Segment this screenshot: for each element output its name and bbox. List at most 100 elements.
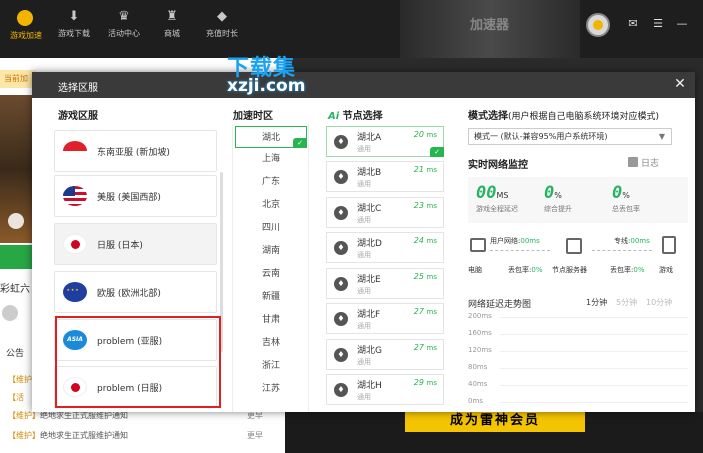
city-item[interactable]: 新疆 xyxy=(233,286,308,308)
node-icon: ♦ xyxy=(334,170,348,184)
nav-shop[interactable]: ♜ 商城 xyxy=(148,10,196,50)
loss-value: 0 xyxy=(612,183,623,203)
top-banner-text: 加速器 xyxy=(470,18,510,33)
node-ping: 21 ms xyxy=(413,165,437,174)
minimize-icon[interactable]: — xyxy=(675,17,689,30)
node-icon: ♦ xyxy=(334,383,348,397)
city-item-hubei[interactable]: 湖北 ✓ xyxy=(235,126,307,148)
node-item[interactable]: ♦ 湖北A 通用 20 ms ✓ xyxy=(326,126,444,157)
trend-tab-10min[interactable]: 10分钟 xyxy=(646,297,672,308)
nav-label: 游戏加速 xyxy=(10,31,42,40)
city-item[interactable]: 吉林 xyxy=(233,332,308,354)
mode-selected-value: 模式一 (默认-兼容95%用户系统环境) xyxy=(474,132,608,141)
node-icon: ♦ xyxy=(334,206,348,220)
node-name: 湖北H xyxy=(357,381,382,391)
grid-line xyxy=(500,317,688,318)
node-item[interactable]: ♦ 湖北E 通用 25 ms xyxy=(326,268,444,299)
latency-unit: MS xyxy=(496,191,509,200)
y-tick-label: 160ms xyxy=(468,329,492,337)
trend-tab-1min[interactable]: 1分钟 xyxy=(586,297,607,308)
node-type: 通用 xyxy=(357,358,371,366)
menu-icon[interactable]: ☰ xyxy=(651,17,665,30)
node-item[interactable]: ♦ 湖北H 通用 29 ms xyxy=(326,374,444,405)
log-button[interactable]: 日志 xyxy=(628,156,659,169)
user-network-label: 用户网络:00ms xyxy=(490,237,540,245)
city-item[interactable]: 浙江 xyxy=(233,355,308,377)
mode-select[interactable]: 模式一 (默认-兼容95%用户系统环境) ▼ xyxy=(468,128,672,145)
node-type: 通用 xyxy=(357,145,371,153)
region-label: 美服 (美国西部) xyxy=(97,193,161,203)
path-line xyxy=(490,250,550,251)
check-icon: ✓ xyxy=(430,147,444,157)
node-type: 通用 xyxy=(357,216,371,224)
mode-title: 模式选择(用户根据自己电脑系统环境对应模式) xyxy=(468,107,659,122)
mail-icon[interactable]: ✉ xyxy=(626,17,640,30)
city-item[interactable]: 云南 xyxy=(233,263,308,285)
trend-title: 网络延迟走势图 xyxy=(468,300,532,310)
node-item[interactable]: ♦ 湖北D 通用 24 ms xyxy=(326,232,444,263)
city-item[interactable]: 湖南 xyxy=(233,240,308,262)
nav-game-boost[interactable]: 游戏加速 xyxy=(2,10,50,50)
city-item[interactable]: 四川 xyxy=(233,217,308,239)
nav-game-download[interactable]: ⬇ 游戏下载 xyxy=(50,10,98,50)
pc-label: 电脑 xyxy=(468,266,482,274)
node-item[interactable]: ♦ 湖北B 通用 21 ms xyxy=(326,161,444,192)
city-item[interactable]: 上海 xyxy=(233,148,308,170)
network-path: 用户网络:00ms 专线:00ms 电脑 丢包率:0% 节点服务器 丢包率:0%… xyxy=(468,232,688,282)
boost-button[interactable] xyxy=(0,245,34,269)
search-icon[interactable] xyxy=(2,305,18,321)
diamond-icon: ◆ xyxy=(217,9,227,24)
nav-activity-center[interactable]: ♛ 活动中心 xyxy=(100,10,148,50)
node-name: 湖北G xyxy=(357,346,382,356)
mode-title-label: 模式选择 xyxy=(468,111,508,122)
loss-stat: 0% 总丢包率 xyxy=(612,183,640,214)
y-tick-label: 120ms xyxy=(468,346,492,354)
nav-recharge[interactable]: ◆ 充值时长 xyxy=(198,10,246,50)
region-item-sea[interactable]: 东南亚服 (新加坡) xyxy=(54,130,217,172)
loss2-label: 丢包率:0% xyxy=(610,266,645,274)
grid-line xyxy=(500,334,688,335)
check-icon: ✓ xyxy=(293,138,307,148)
city-item[interactable]: 广东 xyxy=(233,171,308,193)
city-item[interactable]: 北京 xyxy=(233,194,308,216)
chevron-down-icon: ▼ xyxy=(658,132,665,141)
loss-caption: 总丢包率 xyxy=(612,205,640,213)
avatar[interactable] xyxy=(586,13,610,37)
node-item[interactable]: ♦ 湖北G 通用 27 ms xyxy=(326,339,444,370)
region-item-eu-north[interactable]: 欧服 (欧洲北部) xyxy=(54,271,217,313)
node-icon: ♦ xyxy=(334,135,348,149)
watermark-site: xzji.com xyxy=(227,76,306,96)
city-item[interactable]: 江苏 xyxy=(233,378,308,400)
node-type: 通用 xyxy=(357,287,371,295)
boost-stat: 0% 综合提升 xyxy=(544,183,572,214)
node-item[interactable]: ♦ 湖北F 通用 27 ms xyxy=(326,303,444,334)
city-item[interactable]: 甘肃 xyxy=(233,309,308,331)
nodes-header-label: 节点选择 xyxy=(342,111,383,122)
highlight-box xyxy=(55,316,221,408)
node-ping: 24 ms xyxy=(413,236,437,245)
node-type: 通用 xyxy=(357,322,371,330)
node-name: 湖北D xyxy=(357,239,382,249)
mode-hint: (用户根据自己电脑系统环境对应模式) xyxy=(508,112,660,122)
nodes-header: Ai 节点选择 xyxy=(328,107,383,122)
region-item-us-west[interactable]: 美服 (美国西部) xyxy=(54,175,217,217)
singapore-flag-icon xyxy=(63,141,87,161)
node-icon: ♦ xyxy=(334,241,348,255)
nav-label: 活动中心 xyxy=(108,29,140,38)
node-item[interactable]: ♦ 湖北C 通用 23 ms xyxy=(326,197,444,228)
node-name: 湖北E xyxy=(357,275,381,285)
region-item-japan[interactable]: 日服 (日本) xyxy=(54,223,217,265)
news-item[interactable]: 【维护】绝地求生正式服维护通知 更早 xyxy=(8,430,278,441)
latency-caption: 游戏全程延迟 xyxy=(476,205,518,213)
node-name: 湖北C xyxy=(357,204,382,214)
log-label: 日志 xyxy=(641,159,660,169)
nav-label: 充值时长 xyxy=(206,29,238,38)
latency-stat: 00MS 游戏全程延迟 xyxy=(476,183,518,214)
node-ping: 29 ms xyxy=(413,378,437,387)
node-type: 通用 xyxy=(357,180,371,188)
eu-flag-icon xyxy=(63,282,87,302)
vip-promo-banner[interactable]: 成为雷神会员 xyxy=(405,410,585,432)
latency-value: 00 xyxy=(476,183,497,203)
trend-tab-5min[interactable]: 5分钟 xyxy=(616,297,637,308)
us-flag-icon xyxy=(63,186,87,206)
